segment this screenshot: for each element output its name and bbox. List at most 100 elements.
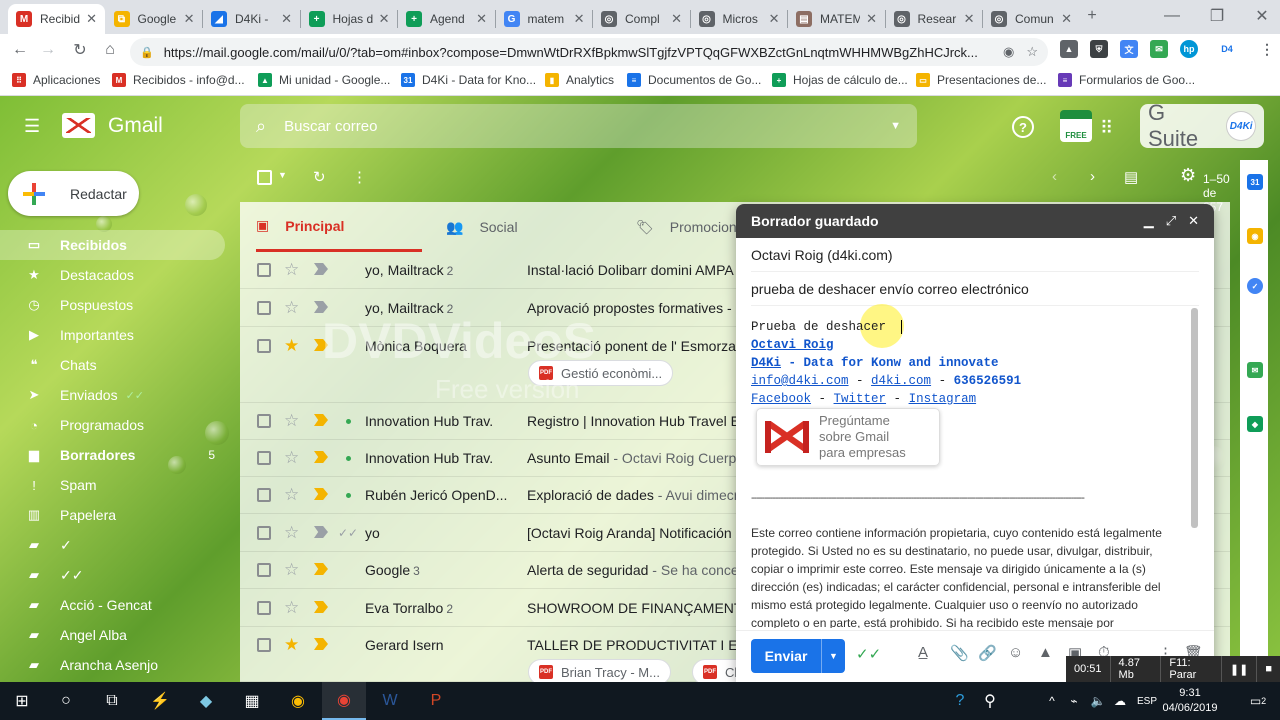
category-tab[interactable]: 👥 Social: [446, 202, 612, 252]
density-icon[interactable]: ▤: [1124, 168, 1138, 186]
d4ki-extension-icon[interactable]: D4: [1218, 40, 1236, 58]
signature-company-link[interactable]: D4Ki: [751, 356, 781, 370]
attachment-chip[interactable]: PDF Brian Tracy - M...: [528, 659, 671, 682]
stop-recording-icon[interactable]: ■: [1257, 656, 1280, 682]
app-icon[interactable]: ⚡: [138, 682, 182, 720]
bookmark-item[interactable]: 31 D4Ki - Data for Kno...: [401, 73, 536, 87]
link-icon[interactable]: 🔗: [978, 644, 997, 662]
important-marker-icon[interactable]: [314, 638, 328, 650]
windows-start-icon[interactable]: ⊞: [0, 682, 44, 720]
language-indicator[interactable]: ESP: [1132, 682, 1162, 720]
important-marker-icon[interactable]: [314, 526, 328, 538]
account-avatar[interactable]: D4Ki: [1226, 111, 1256, 141]
free-calendar-icon[interactable]: FREE: [1060, 110, 1092, 142]
prev-page-icon[interactable]: ‹: [1052, 168, 1057, 185]
important-marker-icon[interactable]: [314, 601, 328, 613]
star-icon[interactable]: ☆: [284, 448, 299, 468]
reload-icon[interactable]: ↻: [68, 38, 92, 62]
send-button[interactable]: Enviar ▼: [751, 639, 845, 673]
mailtrack-extension-icon[interactable]: ✉: [1150, 40, 1168, 58]
tab-close-icon[interactable]: ✕: [866, 11, 877, 27]
main-menu-icon[interactable]: ☰: [24, 117, 44, 135]
chrome-active-icon[interactable]: ◉: [322, 682, 366, 720]
tab-close-icon[interactable]: ✕: [86, 11, 97, 27]
row-checkbox[interactable]: [257, 451, 271, 465]
row-checkbox[interactable]: [257, 263, 271, 277]
bookmark-item[interactable]: ⠿ Aplicaciones: [12, 73, 100, 87]
address-bar[interactable]: 🔒 https://mail.google.com/mail/u/0/?tab=…: [130, 38, 1048, 66]
tab-close-icon[interactable]: ✕: [671, 11, 682, 27]
addon-icon[interactable]: ◆: [1247, 416, 1263, 432]
tasks-addon-icon[interactable]: ✓: [1247, 278, 1263, 294]
subject-field[interactable]: prueba de deshacer envío correo electrón…: [751, 272, 1199, 306]
task-view-icon[interactable]: ⧉: [90, 682, 134, 720]
gsuite-logo[interactable]: G Suite D4Ki: [1140, 100, 1264, 151]
new-tab-button[interactable]: +: [1080, 4, 1104, 28]
bookmark-item[interactable]: ≡ Documentos de Go...: [627, 73, 761, 87]
star-icon[interactable]: ☆: [284, 523, 299, 543]
calculator-icon[interactable]: ▦: [230, 682, 274, 720]
drive-extension-icon[interactable]: ▲: [1060, 40, 1078, 58]
translate-extension-icon[interactable]: 文: [1120, 40, 1138, 58]
chrome-menu-icon[interactable]: ⋮: [1258, 40, 1276, 58]
bookmark-item[interactable]: M Recibidos - info@d...: [112, 73, 245, 87]
gmail-business-promo[interactable]: Pregúntame sobre Gmail para empresas: [756, 408, 940, 466]
twitter-link[interactable]: Twitter: [834, 392, 887, 406]
signature-email-link[interactable]: info@d4ki.com: [751, 374, 849, 388]
star-icon[interactable]: ☆: [284, 485, 299, 505]
tab-close-icon[interactable]: ✕: [574, 11, 585, 27]
message-body[interactable]: Prueba de deshacer Octavi Roig D4Ki - Da…: [751, 308, 1191, 628]
chrome-icon[interactable]: ◉: [276, 682, 320, 720]
important-marker-icon[interactable]: [314, 263, 328, 275]
star-icon[interactable]: ☆: [284, 260, 299, 280]
close-window-icon[interactable]: ✕: [1250, 4, 1274, 28]
home-icon[interactable]: ⌂: [98, 38, 122, 62]
sidebar-item[interactable]: ▰ Acció - Gencat: [0, 590, 225, 620]
tab-close-icon[interactable]: ✕: [476, 11, 487, 27]
important-marker-icon[interactable]: [314, 451, 328, 463]
sidebar-item[interactable]: ❝ Chats: [0, 350, 225, 380]
attach-icon[interactable]: 📎: [950, 644, 969, 662]
sidebar-item[interactable]: ➤ Enviados ✓✓: [0, 380, 225, 410]
sidebar-item[interactable]: ▥ Papelera: [0, 500, 225, 530]
sidebar-item[interactable]: ▰ ✓✓: [0, 560, 225, 590]
row-checkbox[interactable]: [257, 638, 271, 652]
shield-extension-icon[interactable]: ⛨: [1090, 40, 1108, 58]
row-checkbox[interactable]: [257, 526, 271, 540]
formatting-icon[interactable]: A̲: [918, 644, 928, 661]
mailtrack-addon-icon[interactable]: ✉: [1247, 362, 1263, 378]
signature-name[interactable]: Octavi Roig: [751, 338, 834, 352]
minimize-compose-icon[interactable]: ▁: [1144, 213, 1154, 229]
calendar-addon-icon[interactable]: 31: [1247, 174, 1263, 190]
search-bar[interactable]: ⌕ Buscar correo ▼: [240, 104, 917, 148]
tab-close-icon[interactable]: ✕: [184, 11, 195, 27]
sidebar-item[interactable]: ▆ Borradores 5: [0, 440, 225, 470]
browser-tab[interactable]: ◎ Compl ✕: [593, 4, 690, 34]
browser-tab[interactable]: ⧉ Google ✕: [106, 4, 203, 34]
sidebar-item[interactable]: ! Spam: [0, 470, 225, 500]
sidebar-item[interactable]: ▰ Arancha Asenjo: [0, 650, 225, 680]
subject-input[interactable]: prueba de deshacer envío correo electrón…: [751, 281, 1029, 297]
back-icon[interactable]: ←: [8, 38, 32, 62]
browser-tab[interactable]: Gmatem ✕: [496, 4, 593, 34]
row-checkbox[interactable]: [257, 301, 271, 315]
search-options-icon[interactable]: ▼: [890, 120, 901, 132]
emoji-icon[interactable]: ☺: [1008, 644, 1023, 661]
drive-icon[interactable]: ▲: [1038, 644, 1053, 661]
gmail-logo[interactable]: Gmail: [62, 113, 163, 138]
app-icon[interactable]: ◆: [184, 682, 228, 720]
minimize-window-icon[interactable]: —: [1160, 4, 1184, 28]
sidebar-item[interactable]: ◔ Programados: [0, 410, 225, 440]
search-input[interactable]: Buscar correo: [284, 118, 890, 135]
word-icon[interactable]: W: [368, 682, 412, 720]
eye-icon[interactable]: ◉: [1003, 44, 1014, 60]
sidebar-item[interactable]: ▶ Importantes: [0, 320, 225, 350]
star-icon[interactable]: ☆: [284, 598, 299, 618]
category-tab[interactable]: ▣ Principal: [256, 202, 422, 252]
star-icon[interactable]: ☆: [284, 411, 299, 431]
close-compose-icon[interactable]: ✕: [1188, 213, 1199, 229]
people-icon[interactable]: ⚲: [975, 682, 1005, 720]
hp-extension-icon[interactable]: hp: [1180, 40, 1198, 58]
fullscreen-compose-icon[interactable]: ⤢: [1166, 213, 1176, 229]
tab-close-icon[interactable]: ✕: [281, 11, 292, 27]
